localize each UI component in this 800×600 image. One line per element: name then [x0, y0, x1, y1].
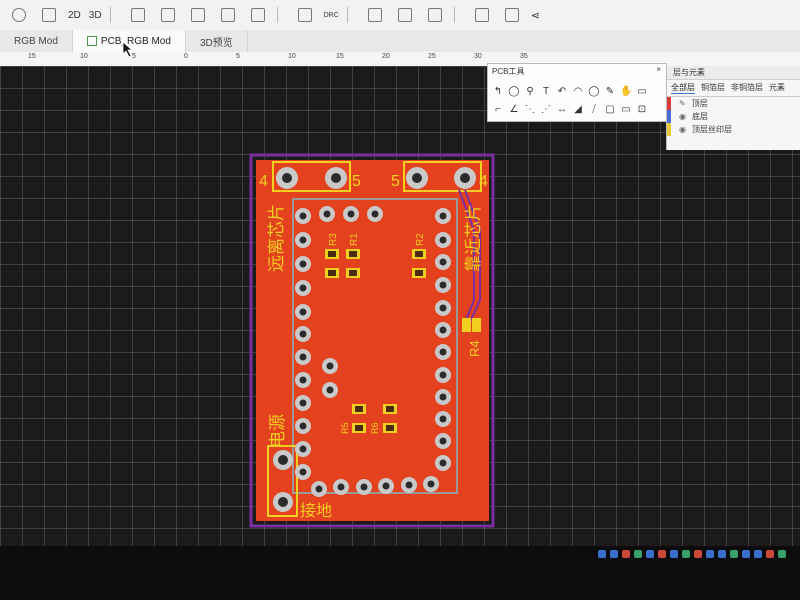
- pencil-icon[interactable]: ✎: [679, 99, 686, 108]
- layers-panel: 层与元素 全部层 铜箔层 非铜箔层 元素 ✎ 顶层 ◉ 底层 ◉ 顶层丝印层: [666, 66, 800, 150]
- r6-label: R6: [370, 422, 380, 434]
- region-tool-icon[interactable]: ▭: [620, 104, 632, 116]
- pan-tool-icon[interactable]: ✋: [620, 86, 632, 98]
- r4-label: R4: [467, 340, 482, 357]
- measure-tool-icon[interactable]: ↔: [556, 104, 568, 116]
- layer-label: 顶层丝印层: [691, 125, 732, 134]
- tray-icon[interactable]: [754, 550, 762, 558]
- cursor-icon: [122, 41, 134, 58]
- tab-elements[interactable]: 元素: [769, 82, 785, 94]
- pcb-tools-title: PCB工具: [492, 67, 525, 76]
- far-chip-label: 远离芯片: [267, 204, 286, 272]
- angle-tool-icon[interactable]: ∠: [508, 104, 520, 116]
- r5-label: R5: [340, 422, 350, 434]
- eye-icon[interactable]: ◉: [679, 112, 686, 121]
- tray-icon[interactable]: [742, 550, 750, 558]
- top-pin-row: [319, 206, 383, 222]
- eye-icon[interactable]: ◉: [679, 125, 686, 134]
- arc-tool-icon[interactable]: ↶: [556, 86, 568, 98]
- layers-panel-title: 层与元素: [667, 66, 800, 80]
- tab-non-copper-layers[interactable]: 非铜箔层: [731, 82, 763, 94]
- layer-row-silk[interactable]: ◉ 顶层丝印层: [667, 123, 800, 136]
- layer-swatch: [667, 110, 671, 123]
- tray-icon[interactable]: [610, 550, 618, 558]
- r2-label: R2: [415, 233, 426, 246]
- tray-icon[interactable]: [634, 550, 642, 558]
- tray-icon[interactable]: [598, 550, 606, 558]
- power-label: 电源: [268, 414, 287, 448]
- tray-icon[interactable]: [694, 550, 702, 558]
- circle-tool-icon[interactable]: ◯: [588, 86, 600, 98]
- diagonal-tool-icon[interactable]: ⋱: [524, 104, 536, 116]
- eda-window: 2D 3D DRC ⋖ RGB Mod PCB_RGB Mod 3D预览 15 …: [0, 0, 800, 600]
- tray-icon[interactable]: [706, 550, 714, 558]
- diagonal-tool-icon-2[interactable]: ⋰: [540, 104, 552, 116]
- layer-row-top[interactable]: ✎ 顶层: [667, 97, 800, 110]
- wire-tool-icon[interactable]: ↰: [492, 86, 504, 98]
- snapshot-tool-icon[interactable]: ⊡: [636, 104, 648, 116]
- tray-icon[interactable]: [766, 550, 774, 558]
- arc-tool-icon-2[interactable]: ◠: [572, 86, 584, 98]
- layer-swatch: [667, 123, 671, 136]
- text-tool-icon[interactable]: T: [540, 86, 552, 98]
- tray-icon[interactable]: [658, 550, 666, 558]
- pin-label-4-right: 4: [479, 173, 488, 190]
- ground-label: 接地: [300, 502, 332, 520]
- rect-tool-icon[interactable]: ▢: [604, 104, 616, 116]
- system-tray: [598, 550, 786, 558]
- tray-icon[interactable]: [682, 550, 690, 558]
- close-icon[interactable]: ×: [656, 65, 661, 74]
- tab-copper-layers[interactable]: 铜箔层: [701, 82, 725, 94]
- near-chip-label: 靠近芯片: [464, 204, 483, 272]
- tray-icon[interactable]: [718, 550, 726, 558]
- corner-tool-icon[interactable]: ⌐: [492, 104, 504, 116]
- layer-label: 顶层: [691, 99, 708, 108]
- pin-label-4-left: 4: [259, 173, 268, 190]
- pcb-tools-panel: PCB工具 × ↰ ◯ ⚲ T ↶ ◠ ◯ ✎ ✋ ▭ ⌐ ∠ ⋱ ⋰ ↔ ◢ …: [487, 63, 667, 122]
- tray-icon[interactable]: [622, 550, 630, 558]
- tray-icon[interactable]: [670, 550, 678, 558]
- layer-label: 底层: [691, 112, 708, 121]
- r3-label: R3: [328, 233, 339, 246]
- line-tool-icon[interactable]: ⧸: [588, 104, 600, 116]
- pin-label-5-left: 5: [352, 173, 361, 190]
- layer-swatch: [667, 97, 671, 110]
- layer-row-bottom[interactable]: ◉ 底层: [667, 110, 800, 123]
- image-tool-icon[interactable]: ▭: [636, 86, 648, 98]
- via-tool-icon[interactable]: ◯: [508, 86, 520, 98]
- tray-icon[interactable]: [778, 550, 786, 558]
- r1-label: R1: [349, 233, 360, 246]
- fill-tool-icon[interactable]: ◢: [572, 104, 584, 116]
- tab-all-layers[interactable]: 全部层: [671, 82, 695, 94]
- net-tool-icon[interactable]: ⚲: [524, 86, 536, 98]
- pin-label-5-right: 5: [391, 173, 400, 190]
- tray-icon[interactable]: [646, 550, 654, 558]
- edit-tool-icon[interactable]: ✎: [604, 86, 616, 98]
- layers-tabs: 全部层 铜箔层 非铜箔层 元素: [667, 80, 800, 97]
- tray-icon[interactable]: [730, 550, 738, 558]
